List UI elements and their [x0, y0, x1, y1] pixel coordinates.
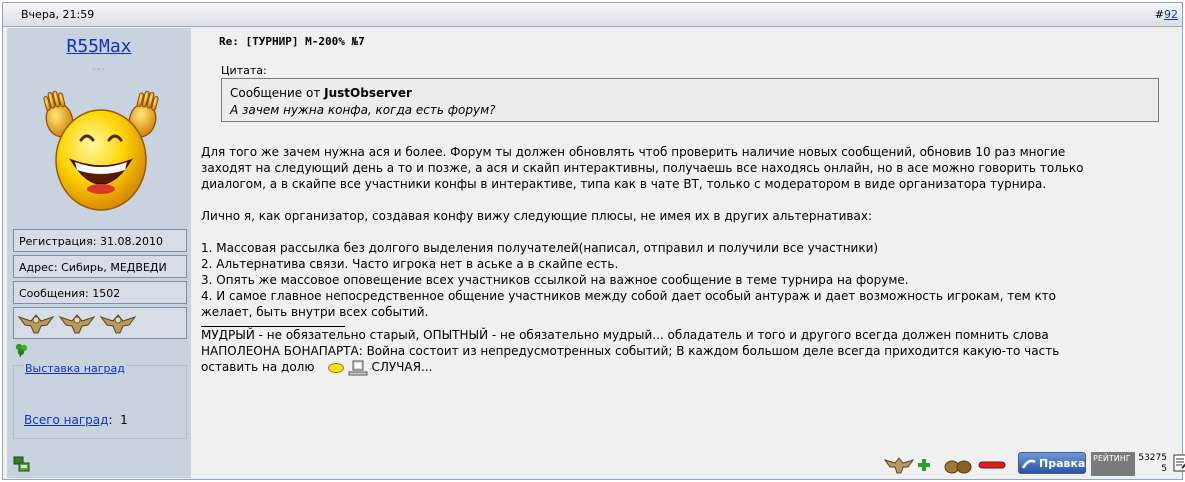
edit-button-label: Правка [1039, 457, 1086, 470]
post-number-prefix: # [1154, 8, 1164, 21]
post-date: Вчера, 21:59 [21, 8, 95, 21]
awards-box: Выставка наград Всего наград: 1 [13, 362, 187, 439]
report-icon[interactable] [1173, 454, 1185, 474]
edit-button[interactable]: Правка [1018, 452, 1086, 474]
username-link[interactable]: R55Max [7, 36, 191, 57]
quote-text: А зачем нужна конфа, когда есть форум? [230, 103, 496, 117]
quote-from-prefix: Сообщение от [230, 86, 321, 100]
body-line: диалогом, а в скайпе все участники конфы… [201, 177, 1047, 191]
forum-post: Вчера, 21:59 #92 R55Max --- Регистрация:… [2, 2, 1185, 480]
plus-icon[interactable] [915, 457, 933, 473]
list-item: 1. Массовая рассылка без долгого выделен… [201, 241, 879, 255]
rating-label: РЕЙТИНГ [1093, 454, 1131, 463]
eagle-medal-icon[interactable] [883, 455, 915, 475]
user-title: --- [92, 64, 106, 75]
medals-box [13, 307, 187, 339]
quote-source: Сообщение от JustObserver [230, 85, 1150, 102]
smiley-icon [328, 362, 345, 373]
user-online-icon[interactable] [13, 455, 31, 473]
edit-icon [1021, 459, 1036, 469]
address-info: Адрес: Сибирь, МЕДВЕДИ [13, 255, 187, 278]
signature-text: оставить на долю [201, 360, 315, 374]
awards-total: Всего наград: 1 [24, 413, 128, 427]
quote-label: Цитата: [221, 64, 267, 77]
rating-sub: 5 [1161, 464, 1167, 474]
registration-info: Регистрация: 31.08.2010 [13, 229, 187, 252]
signature-line: МУДРЫЙ - не обязательно старый, ОПЫТНЫЙ … [201, 328, 1049, 342]
smiley-avatar-icon [43, 90, 159, 211]
eagle-medal-icon[interactable] [58, 311, 96, 335]
post-content: Re: [ТУРНИР] М-200% №7 Цитата: Сообщение… [193, 28, 1182, 478]
signature-text: СЛУЧАЯ... [371, 360, 433, 374]
quote-author: JustObserver [324, 86, 412, 100]
signature-line: оставить на долю СЛУЧАЯ... [201, 359, 1176, 375]
clover-icon[interactable] [13, 342, 29, 358]
post-actions: Правка РЕЙТИНГ 53275 5 [883, 452, 1185, 480]
post-header: Вчера, 21:59 #92 [3, 3, 1182, 27]
body-line: Для того же зачем нужна ася и более. Фор… [201, 145, 1066, 159]
post-number-link[interactable]: 92 [1164, 8, 1178, 21]
messages-info: Сообщения: 1502 [13, 281, 187, 304]
body-line: заходят на следующий день а то и позже, … [201, 161, 1084, 175]
eagle-medal-icon[interactable] [99, 311, 137, 335]
list-item: желает, быть внутри всех событий. [201, 305, 429, 319]
user-sidebar: R55Max --- Регистрация: 31.08.2010 Адрес… [7, 28, 191, 478]
list-item: 3. Опять же массовое оповещение всех уча… [201, 273, 909, 287]
computer-icon [348, 360, 368, 375]
rating-value: 53275 [1138, 453, 1167, 463]
quote-box: Сообщение от JustObserver А зачем нужна … [221, 78, 1159, 122]
post-title: Re: [ТУРНИР] М-200% №7 [219, 35, 365, 48]
awards-exhibition-link[interactable]: Выставка наград [24, 362, 126, 375]
post-number: #92 [1155, 8, 1178, 21]
awards-total-link[interactable]: Всего наград [24, 413, 108, 427]
list-item: 2. Альтернатива связи. Часто игрока нет … [201, 257, 619, 271]
list-item: 4. И самое главное непосредственное обще… [201, 289, 1057, 303]
awards-total-value: 1 [120, 413, 128, 427]
awards-total-sep: : [108, 413, 113, 427]
bag-icon[interactable] [943, 455, 973, 475]
rating-value-box: 53275 5 [1135, 452, 1167, 476]
body-line: Лично я, как организатор, создавая конфу… [201, 209, 872, 223]
post-body: Для того же зачем нужна ася и более. Фор… [201, 144, 1176, 375]
minus-icon[interactable] [977, 457, 1007, 473]
eagle-medal-icon[interactable] [17, 311, 55, 335]
signature-line: НАПОЛЕОНА БОНАПАРТА: Война состоит из не… [201, 344, 1060, 358]
